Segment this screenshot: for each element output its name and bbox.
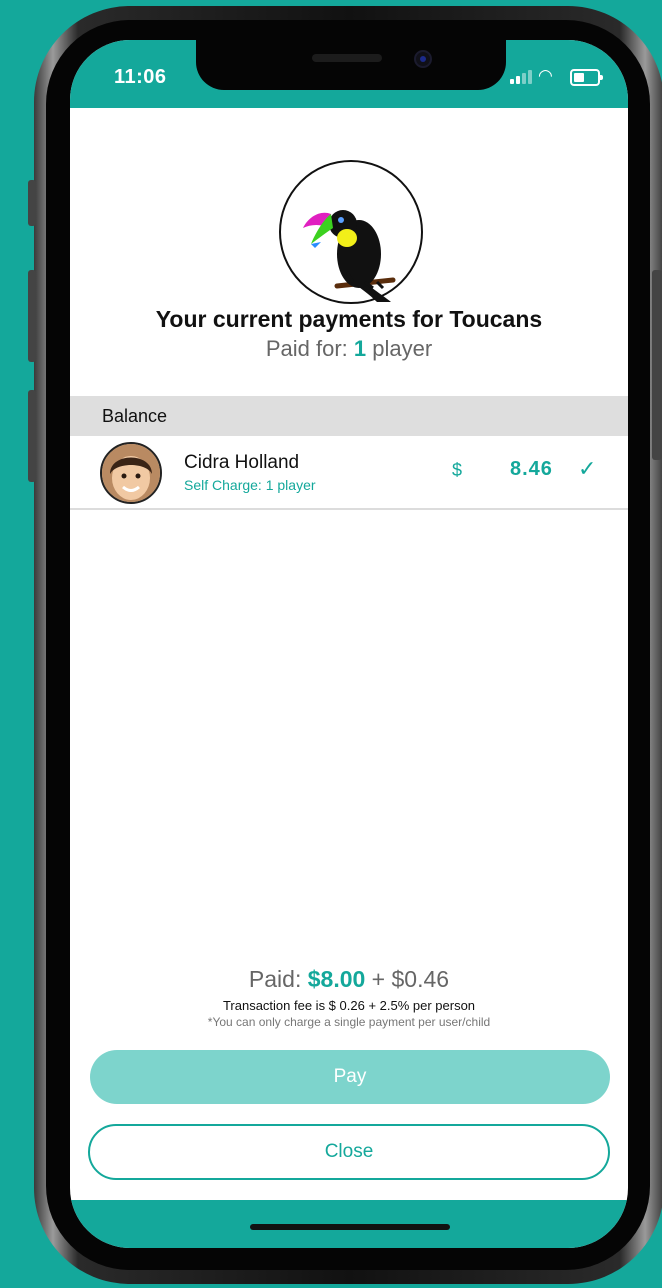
avatar-photo [102, 444, 160, 502]
toucan-logo-icon [279, 160, 423, 304]
wifi-icon: ◠ [538, 66, 553, 85]
status-bar: 11:06 ◠ [70, 40, 628, 108]
status-time: 11:06 [114, 66, 167, 88]
balance-section-header: Balance [70, 396, 628, 436]
app-screen: 11:06 ◠ Your current payments for Toucan… [70, 40, 628, 1248]
member-row[interactable]: Cidra Holland Self Charge: 1 player $ 8.… [70, 436, 628, 510]
paid-for-suffix: player [366, 336, 433, 361]
member-name: Cidra Holland [184, 452, 300, 473]
paid-summary: Paid: $8.00 + $0.46 [70, 966, 628, 993]
volume-up-button [28, 270, 36, 362]
member-charge-type: Self Charge: 1 player [184, 477, 316, 493]
speaker [312, 54, 382, 62]
volume-down-button [28, 390, 36, 482]
toucan-illustration [303, 210, 396, 302]
paid-for-prefix: Paid for: [265, 336, 354, 361]
close-button[interactable]: Close [88, 1124, 610, 1180]
signal-icon [510, 68, 532, 84]
status-icons: ◠ [510, 66, 610, 88]
currency-symbol: $ [452, 460, 463, 480]
power-button [652, 270, 662, 460]
member-amount: 8.46 [510, 458, 553, 480]
page-title: Your current payments for Toucans [155, 306, 543, 332]
bottom-bar [70, 1200, 628, 1248]
battery-icon [570, 69, 603, 86]
home-indicator[interactable] [250, 1224, 450, 1230]
transaction-fee-text: Transaction fee is $ 0.26 + 2.5% per per… [222, 998, 476, 1013]
pay-button[interactable]: Pay [90, 1050, 610, 1104]
fee-addition: + $0.46 [365, 966, 450, 992]
mute-switch [28, 180, 36, 226]
check-icon[interactable]: ✓ [578, 456, 596, 482]
paid-label: Paid: [248, 966, 308, 992]
paid-for-count: 1 [353, 336, 367, 361]
avatar [100, 442, 162, 504]
camera [414, 50, 432, 68]
paid-amount: $8.00 [307, 966, 366, 992]
paid-for-text: Paid for: 1 player [70, 336, 628, 362]
notch [196, 40, 506, 90]
single-payment-note: *You can only charge a single payment pe… [207, 1015, 491, 1029]
balance-header-label: Balance [102, 406, 168, 426]
